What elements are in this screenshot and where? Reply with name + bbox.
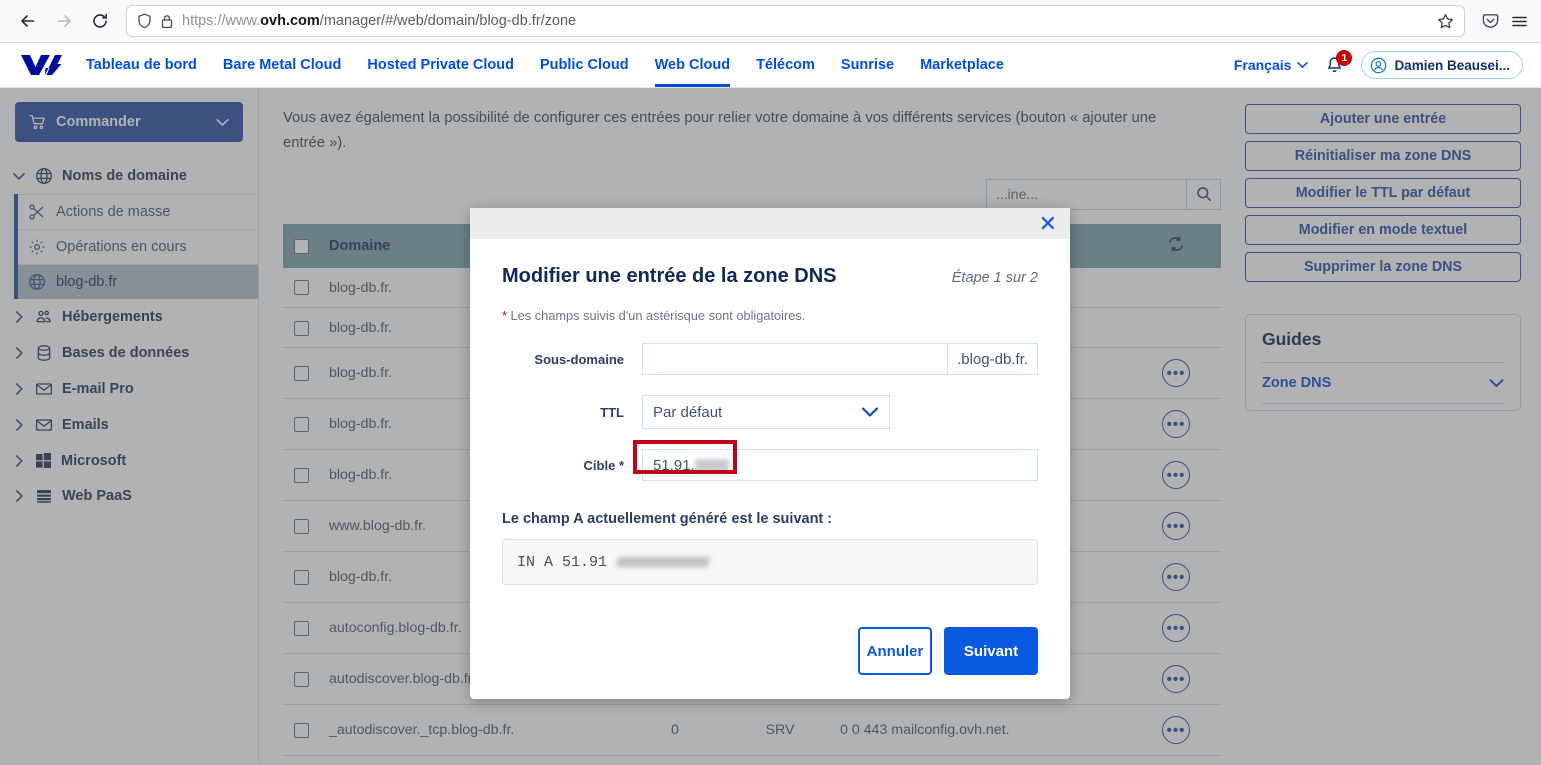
edit-dns-entry-modal: ✕ Modifier une entrée de la zone DNS Éta…: [470, 208, 1070, 699]
ttl-label: TTL: [502, 405, 642, 420]
generated-record-label: Le champ A actuellement généré est le su…: [502, 511, 1038, 527]
nav-item-web-cloud[interactable]: Web Cloud: [655, 43, 730, 87]
notifications-button[interactable]: 1: [1326, 56, 1343, 74]
modal-step-indicator: Étape 1 sur 2: [952, 270, 1038, 286]
user-name: Damien Beausei...: [1394, 58, 1510, 73]
target-input-value: 51.91.: [653, 457, 695, 474]
nav-item-bare-metal-cloud[interactable]: Bare Metal Cloud: [223, 43, 341, 87]
forward-arrow-icon: [48, 5, 80, 37]
chevron-down-icon: [861, 406, 879, 418]
ttl-selected-value: Par défaut: [653, 404, 722, 421]
target-input[interactable]: 51.91.: [642, 449, 1038, 481]
modal-actions: Annuler Suivant: [502, 627, 1038, 675]
ovh-logo[interactable]: [18, 52, 64, 78]
generated-record-value: IN A 51.91: [517, 554, 607, 571]
avatar-icon: [1370, 57, 1387, 74]
required-note-text: Les champs suivis d'un astérisque sont o…: [507, 308, 805, 323]
nav-item-hosted-private-cloud[interactable]: Hosted Private Cloud: [367, 43, 514, 87]
field-row-target: Cible * 51.91.: [502, 449, 1038, 481]
url-scheme: https://www.: [182, 13, 260, 29]
target-label: Cible *: [502, 458, 642, 473]
reload-icon[interactable]: [84, 5, 116, 37]
url-path: /manager/#/web/domain/blog-db.fr/zone: [320, 13, 576, 29]
chevron-down-icon: [1297, 61, 1308, 69]
nav-item-telecom[interactable]: Télécom: [756, 43, 815, 87]
field-row-subdomain: Sous-domaine .blog-db.fr.: [502, 343, 1038, 375]
nav-item-tableau-de-bord[interactable]: Tableau de bord: [86, 43, 197, 87]
target-control: 51.91.: [642, 449, 1038, 481]
subdomain-label: Sous-domaine: [502, 352, 642, 367]
language-label: Français: [1234, 57, 1292, 73]
subdomain-input[interactable]: [642, 343, 948, 375]
address-bar[interactable]: https://www.ovh.com/manager/#/web/domain…: [126, 5, 1465, 37]
subdomain-control: .blog-db.fr.: [642, 343, 1038, 375]
close-icon[interactable]: ✕: [1039, 213, 1057, 235]
generated-record-box: IN A 51.91: [502, 539, 1038, 585]
shield-icon[interactable]: [137, 13, 152, 29]
field-row-ttl: TTL Par défaut: [502, 395, 1038, 429]
url-text: https://www.ovh.com/manager/#/web/domain…: [182, 13, 576, 29]
cancel-button[interactable]: Annuler: [858, 627, 932, 675]
modal-title: Modifier une entrée de la zone DNS: [502, 265, 837, 288]
nav-right-controls: Français 1 Damien Beausei...: [1234, 51, 1523, 79]
url-domain: ovh.com: [260, 13, 320, 29]
lock-icon[interactable]: [161, 14, 173, 29]
ovh-top-navigation: Tableau de bord Bare Metal Cloud Hosted …: [0, 43, 1541, 88]
pocket-icon[interactable]: [1481, 12, 1500, 31]
ttl-select[interactable]: Par défaut: [642, 395, 890, 429]
language-selector[interactable]: Français: [1234, 57, 1309, 73]
nav-links: Tableau de bord Bare Metal Cloud Hosted …: [86, 43, 1004, 87]
modal-title-row: Modifier une entrée de la zone DNS Étape…: [502, 265, 1038, 288]
nav-item-public-cloud[interactable]: Public Cloud: [540, 43, 629, 87]
subdomain-suffix: .blog-db.fr.: [948, 343, 1038, 375]
back-arrow-icon[interactable]: [12, 5, 44, 37]
target-required-asterisk: *: [619, 458, 624, 473]
modal-header: ✕: [470, 208, 1070, 239]
hamburger-menu-icon[interactable]: [1510, 12, 1529, 31]
ttl-control: Par défaut: [642, 395, 1038, 429]
next-button[interactable]: Suivant: [944, 627, 1038, 675]
user-menu-button[interactable]: Damien Beausei...: [1361, 51, 1523, 79]
redacted-generated-suffix: [616, 557, 710, 567]
modal-body: Modifier une entrée de la zone DNS Étape…: [470, 239, 1070, 699]
browser-toolbar: https://www.ovh.com/manager/#/web/domain…: [0, 0, 1541, 43]
redacted-target-octets: [695, 459, 729, 472]
browser-right-controls: [1475, 12, 1529, 31]
required-fields-note: * Les champs suivis d'un astérisque sont…: [502, 308, 1038, 323]
star-icon[interactable]: [1437, 13, 1454, 30]
target-label-text: Cible: [584, 458, 616, 473]
notification-badge: 1: [1336, 50, 1352, 66]
nav-item-sunrise[interactable]: Sunrise: [841, 43, 894, 87]
page-container: Commander Noms de domaine Actions de mas…: [0, 88, 1541, 765]
nav-item-marketplace[interactable]: Marketplace: [920, 43, 1004, 87]
